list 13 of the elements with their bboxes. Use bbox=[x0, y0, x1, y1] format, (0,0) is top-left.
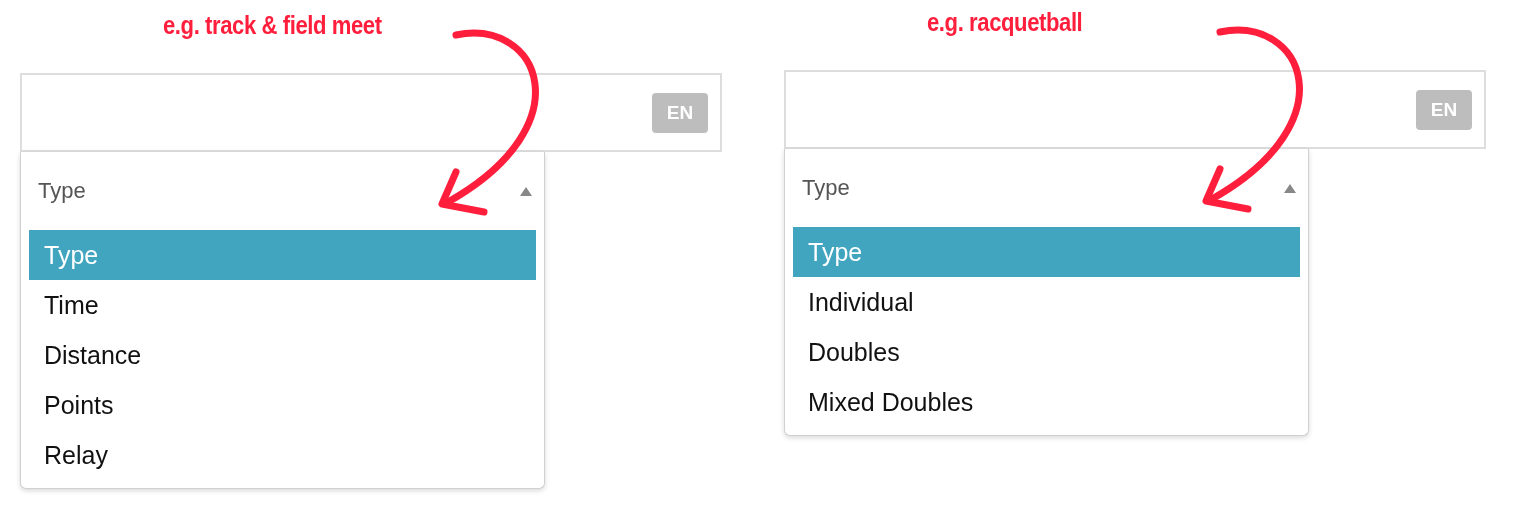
dropdown-option[interactable]: Points bbox=[29, 380, 536, 430]
dropdown-option[interactable]: Doubles bbox=[793, 327, 1300, 377]
dropdown-option[interactable]: Individual bbox=[793, 277, 1300, 327]
annotation-text: e.g. track & field meet bbox=[163, 10, 382, 41]
select-value[interactable]: Type bbox=[38, 178, 86, 204]
dropdown-option[interactable]: Time bbox=[29, 280, 536, 330]
annotation-text: e.g. racquetball bbox=[927, 7, 1083, 38]
dropdown-option[interactable]: Mixed Doubles bbox=[793, 377, 1300, 427]
dropdown-option[interactable]: Distance bbox=[29, 330, 536, 380]
caret-icon[interactable] bbox=[520, 186, 532, 196]
dropdown-option[interactable]: Relay bbox=[29, 430, 536, 480]
select-value[interactable]: Type bbox=[802, 175, 850, 201]
caret-icon[interactable] bbox=[1284, 183, 1296, 193]
